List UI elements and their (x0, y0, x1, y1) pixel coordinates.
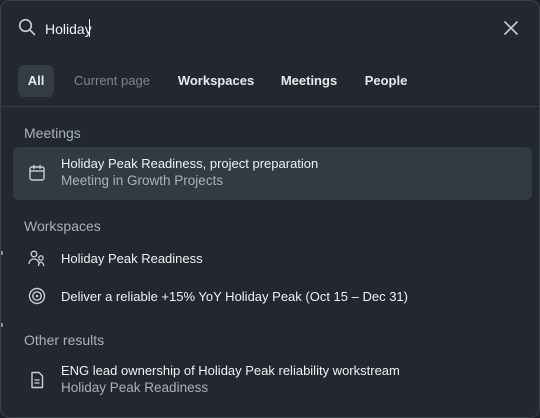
search-input[interactable] (45, 18, 445, 40)
result-title: Holiday Peak Readiness, project preparat… (61, 156, 319, 171)
search-bar (1, 1, 539, 57)
tab-current-page[interactable]: Current page (67, 65, 157, 97)
search-dialog: All Current page Workspaces Meetings Peo… (0, 0, 540, 418)
tab-people[interactable]: People (359, 65, 413, 97)
tab-meetings[interactable]: Meetings (275, 65, 343, 97)
section-title-other-results: Other results (24, 332, 105, 348)
search-icon (18, 18, 36, 36)
people-icon (28, 250, 45, 267)
result-workspace-holiday-peak[interactable]: Holiday Peak Readiness (13, 241, 532, 275)
result-title: Deliver a reliable +15% YoY Holiday Peak… (61, 289, 408, 304)
result-title: ENG lead ownership of Holiday Peak relia… (61, 363, 400, 378)
filter-tabs: All Current page Workspaces Meetings Peo… (1, 63, 539, 107)
result-other-eng-lead[interactable]: ENG lead ownership of Holiday Peak relia… (13, 357, 532, 399)
section-title-meetings: Meetings (24, 125, 81, 141)
result-workspace-deliver-reliable[interactable]: Deliver a reliable +15% YoY Holiday Peak… (13, 279, 532, 313)
result-meeting-holiday-peak[interactable]: Holiday Peak Readiness, project preparat… (13, 147, 532, 200)
close-icon[interactable] (501, 18, 521, 38)
document-icon (31, 371, 44, 389)
tab-all[interactable]: All (18, 65, 54, 97)
target-icon (28, 287, 46, 305)
section-title-workspaces: Workspaces (24, 218, 101, 234)
calendar-icon (29, 164, 45, 181)
scroll-edge-mark (1, 323, 3, 327)
result-title: Holiday Peak Readiness (61, 251, 203, 266)
text-caret (89, 19, 90, 37)
scroll-edge-mark (1, 251, 3, 255)
result-subtitle: Holiday Peak Readiness (61, 380, 209, 395)
result-subtitle: Meeting in Growth Projects (61, 173, 224, 188)
tab-workspaces[interactable]: Workspaces (173, 65, 259, 97)
